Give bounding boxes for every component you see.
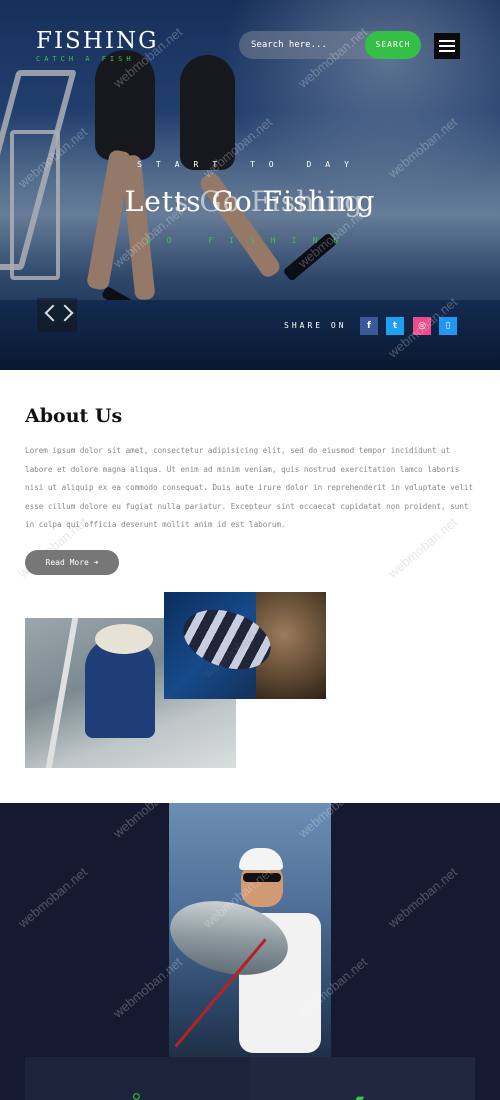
facebook-icon[interactable]: f [360, 317, 378, 335]
twitter-icon[interactable]: t [386, 317, 404, 335]
hero-title-ghost: Lets Go Fishing [124, 185, 364, 218]
feature-card: ▰ [250, 1057, 475, 1100]
hero-pretitle: START TO DAY [137, 160, 363, 169]
share-label: SHARE ON [284, 321, 347, 330]
about-text: Lorem ipsum dolor sit amet, consectetur … [25, 446, 474, 529]
angler-with-fish-photo [162, 803, 331, 1058]
site-tagline: CATCH A FISH [36, 55, 135, 63]
feature-cards: ⚲ ▰ [25, 1057, 475, 1100]
chevron-right-icon [56, 304, 74, 322]
hero-title: Lets Go Fishing Letts Go Fishing [0, 185, 500, 218]
fisherman-hat [95, 624, 153, 654]
search-button[interactable]: SEARCH [365, 31, 421, 59]
slider-prev-button[interactable] [37, 298, 77, 332]
book-icon: ▰ [355, 1091, 365, 1100]
hero-subtitle: GO FISHING [145, 236, 355, 245]
about-title: About Us [25, 405, 123, 427]
feature-card: ⚲ [25, 1057, 250, 1100]
dock-rail [25, 618, 79, 768]
site-logo[interactable]: FISHING [36, 28, 158, 54]
menu-icon[interactable] [434, 33, 460, 59]
location-icon: ⚲ [132, 1091, 141, 1100]
